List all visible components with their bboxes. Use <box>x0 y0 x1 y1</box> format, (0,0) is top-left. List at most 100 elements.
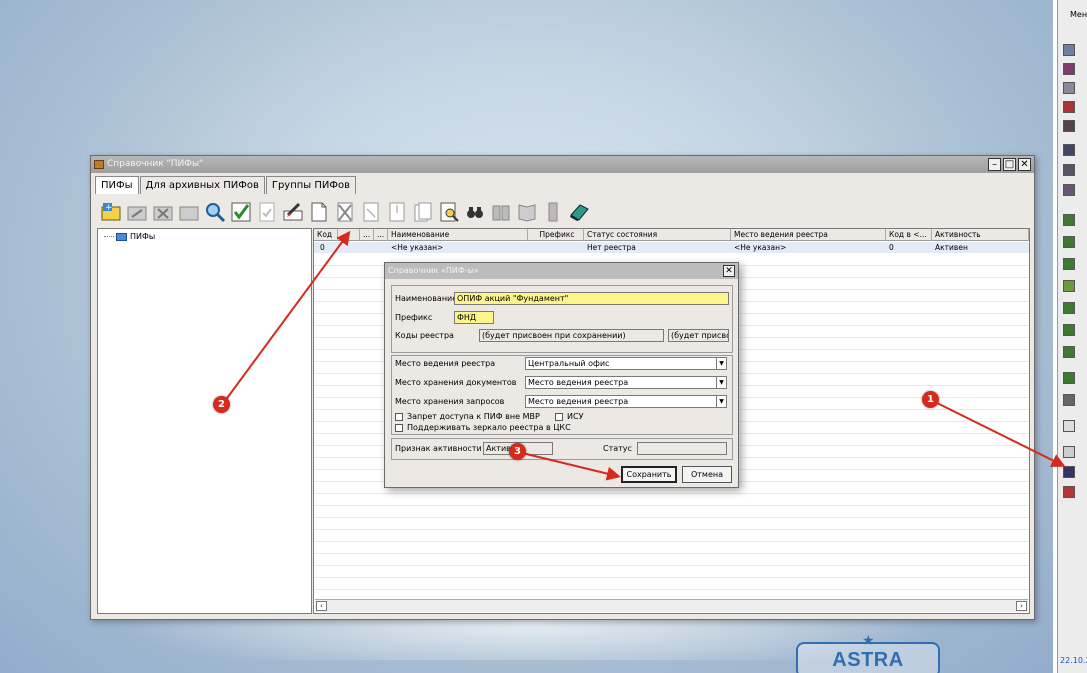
copy-record-button[interactable] <box>359 200 383 224</box>
column-header[interactable]: Код в <... <box>886 229 932 241</box>
tree-line <box>104 236 114 237</box>
requests-place-select[interactable]: Место ведения реестра ▼ <box>525 395 727 408</box>
app-icon[interactable] <box>1063 280 1075 292</box>
delete-record-button[interactable] <box>333 200 357 224</box>
table-row[interactable]: 0 <Не указан> Нет реестра <Не указан> 0 … <box>314 242 1029 253</box>
app-icon[interactable] <box>1063 101 1075 113</box>
target-app-icon[interactable] <box>1063 466 1075 478</box>
app-icon[interactable] <box>1063 258 1075 270</box>
horizontal-scrollbar[interactable]: ‹ › <box>315 599 1028 612</box>
app-icon[interactable] <box>1063 184 1075 196</box>
cell: 0 <box>889 243 894 252</box>
app-icon[interactable] <box>1063 486 1075 498</box>
window-titlebar[interactable]: Справочник "ПИФы" <box>91 156 1034 173</box>
requests-place-value: Место ведения реестра <box>528 397 629 406</box>
app-icon[interactable] <box>1063 120 1075 132</box>
delete-folder-icon <box>153 206 173 221</box>
status-label: Статус <box>603 444 632 453</box>
app-icon[interactable] <box>1063 346 1075 358</box>
app-icon[interactable] <box>1063 302 1075 314</box>
name-field[interactable]: ОПИФ акций "Фундамент" <box>454 292 729 305</box>
app-icon[interactable] <box>1063 236 1075 248</box>
find-document-button[interactable] <box>437 200 461 224</box>
scroll-right-button[interactable]: › <box>1016 601 1027 611</box>
bookmark-button[interactable] <box>541 200 565 224</box>
tab-archived-pifs[interactable]: Для архивных ПИФов <box>139 176 265 194</box>
document-button[interactable] <box>385 200 409 224</box>
right-panel-title: Меню <box>1070 10 1087 19</box>
docs-place-select[interactable]: Место ведения реестра ▼ <box>525 376 727 389</box>
new-record-button[interactable] <box>307 200 331 224</box>
close-button[interactable]: ✕ <box>1018 158 1031 171</box>
mirror-checkbox[interactable] <box>395 424 403 432</box>
doc-check-button[interactable] <box>255 200 279 224</box>
isu-label: ИСУ <box>567 412 584 421</box>
document-search-icon <box>440 202 459 222</box>
registry-codes-label: Коды реестра <box>395 331 454 340</box>
archive-button[interactable] <box>489 200 513 224</box>
copy-document-icon <box>363 202 379 222</box>
dialog-close-button[interactable]: ✕ <box>723 265 735 277</box>
app-icon[interactable] <box>1063 372 1075 384</box>
column-header[interactable]: ... <box>374 229 388 241</box>
eraser-button[interactable] <box>567 200 591 224</box>
grid-header: Код ... ... ... Наименование Префикс Ста… <box>314 229 1029 241</box>
documents-button[interactable] <box>411 200 435 224</box>
column-header[interactable]: ... <box>360 229 374 241</box>
registry-place-select[interactable]: Центральный офис ▼ <box>525 357 727 370</box>
app-icon[interactable] <box>1063 63 1075 75</box>
svg-text:+: + <box>105 203 113 213</box>
check-button[interactable] <box>229 200 253 224</box>
delete-group-button[interactable] <box>151 200 175 224</box>
chevron-down-icon: ▼ <box>716 358 726 369</box>
checkmark-icon <box>231 202 251 222</box>
column-header[interactable]: ... <box>338 229 360 241</box>
add-group-button[interactable]: + <box>99 200 123 224</box>
edit-group-button[interactable] <box>125 200 149 224</box>
app-icon[interactable] <box>1063 214 1075 226</box>
docs-place-label: Место хранения документов <box>395 378 517 387</box>
app-icon[interactable] <box>1063 394 1075 406</box>
column-header[interactable]: Место ведения реестра <box>731 229 886 241</box>
requests-place-label: Место хранения запросов <box>395 397 505 406</box>
docs-place-value: Место ведения реестра <box>528 378 629 387</box>
column-header[interactable]: Активность <box>932 229 1029 241</box>
column-header[interactable]: Статус состояния <box>584 229 731 241</box>
dialog-title[interactable]: Справочник «ПИФ-ы» <box>385 263 738 279</box>
registry-codes-field-2: (будет присвоен) <box>668 329 729 342</box>
column-header[interactable]: Код <box>314 229 338 241</box>
tab-pifs[interactable]: ПИФы <box>95 176 139 194</box>
maximize-button[interactable]: □ <box>1003 158 1016 171</box>
tree-root-item[interactable]: ПИФы <box>104 232 155 241</box>
column-header[interactable]: Наименование <box>388 229 528 241</box>
app-icon[interactable] <box>1063 420 1075 432</box>
book-button[interactable] <box>515 200 539 224</box>
isu-checkbox[interactable] <box>555 413 563 421</box>
app-icon[interactable] <box>1063 164 1075 176</box>
magnifier-icon <box>206 203 226 223</box>
binoculars-button[interactable] <box>463 200 487 224</box>
app-icon[interactable] <box>1063 44 1075 56</box>
app-icon[interactable] <box>1063 446 1075 458</box>
folder-button[interactable] <box>177 200 201 224</box>
tab-pif-groups[interactable]: Группы ПИФов <box>265 176 356 194</box>
column-header[interactable]: Префикс <box>528 229 584 241</box>
chevron-down-icon: ▼ <box>716 377 726 388</box>
scroll-left-button[interactable]: ‹ <box>316 601 327 611</box>
delete-document-icon <box>337 202 353 222</box>
tab-bar: ПИФы Для архивных ПИФов Группы ПИФов <box>95 176 357 194</box>
edit-record-button[interactable] <box>281 200 305 224</box>
minimize-button[interactable]: – <box>988 158 1001 171</box>
save-button[interactable]: Сохранить <box>621 466 677 483</box>
registry-place-label: Место ведения реестра <box>395 359 496 368</box>
mvr-access-checkbox[interactable] <box>395 413 403 421</box>
mvr-access-label: Запрет доступа к ПИФ вне МВР <box>407 412 540 421</box>
app-icon[interactable] <box>1063 144 1075 156</box>
app-icon[interactable] <box>1063 324 1075 336</box>
search-button[interactable] <box>203 200 227 224</box>
app-icon[interactable] <box>1063 82 1075 94</box>
cancel-button[interactable]: Отмена <box>682 466 732 483</box>
new-document-icon <box>311 202 327 222</box>
registry-codes-field: (будет присвоен при сохранении) <box>479 329 664 342</box>
prefix-field[interactable]: ФНД <box>454 311 494 324</box>
